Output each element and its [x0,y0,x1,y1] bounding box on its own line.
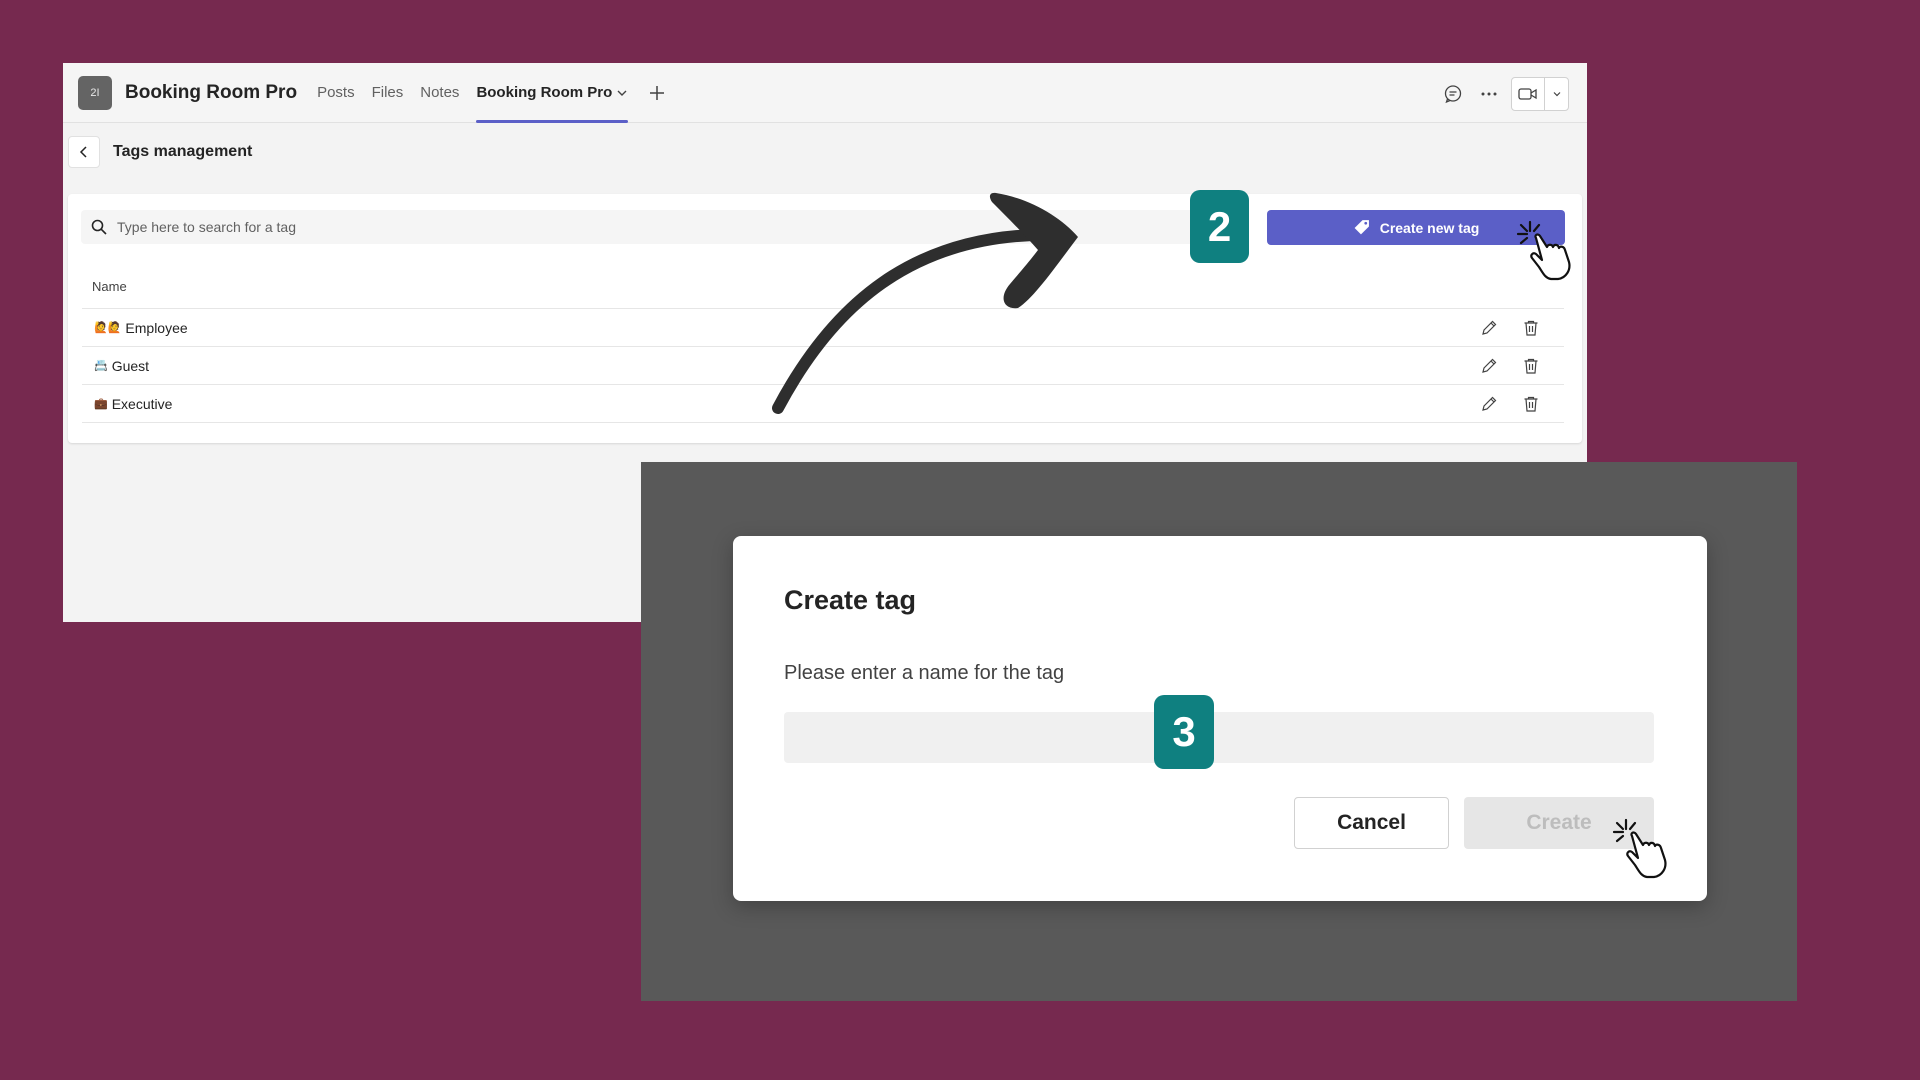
dialog-title: Create tag [784,585,917,615]
tag-name-input[interactable] [784,712,1654,763]
edit-button[interactable] [1478,393,1500,415]
row-actions [1478,393,1542,415]
chevron-left-icon [79,146,87,158]
create-tag-dialog: Create tag Please enter a name for the t… [733,536,1707,901]
tab-booking-room-pro-label: Booking Room Pro [476,84,613,101]
video-call-button[interactable] [1512,78,1544,110]
plus-icon [650,85,665,100]
app-header: 2I Booking Room Pro Posts Files Notes Bo… [63,63,1587,123]
click-hand-cursor-icon [1612,818,1667,879]
app-avatar: 2I [78,75,112,110]
tab-booking-room-pro[interactable]: Booking Room Pro [476,63,629,123]
chevron-down-icon [1553,92,1560,97]
pencil-icon [1482,320,1497,335]
more-icon [1481,92,1497,96]
pencil-icon [1482,396,1497,411]
click-hand-cursor-icon [1516,220,1571,281]
app-title: Booking Room Pro [125,81,298,103]
video-options-button[interactable] [1544,78,1568,110]
chevron-down-icon [617,90,627,96]
meet-button-group [1511,77,1569,111]
header-actions [1439,77,1569,111]
page-title: Tags management [113,143,253,160]
delete-button[interactable] [1520,317,1542,339]
row-actions [1478,317,1542,339]
tag-name: Employee [125,319,188,336]
tag-icon [1354,220,1369,235]
tab-notes[interactable]: Notes [420,63,459,123]
delete-button[interactable] [1520,393,1542,415]
dialog-overlay: Create tag Please enter a name for the t… [641,462,1797,1001]
step-3-badge: 3 [1154,695,1214,769]
tab-posts[interactable]: Posts [317,63,355,123]
create-new-tag-label: Create new tag [1379,219,1480,236]
dialog-prompt: Please enter a name for the tag [784,662,1065,684]
chat-icon [1444,85,1462,104]
search-icon [91,219,107,235]
trash-icon [1524,396,1538,412]
edit-button[interactable] [1478,355,1500,377]
more-options-button[interactable] [1475,78,1503,110]
trash-icon [1524,320,1538,336]
pencil-icon [1482,358,1497,373]
step-2-badge: 2 [1190,190,1249,263]
back-button[interactable] [68,136,100,168]
delete-button[interactable] [1520,355,1542,377]
tag-name: Guest [111,357,150,374]
tag-emoji: 🙋🙋 [94,322,122,334]
page-subheader: Tags management [63,123,1587,181]
cancel-button[interactable]: Cancel [1294,797,1449,849]
chat-button[interactable] [1439,78,1467,110]
tab-files[interactable]: Files [372,63,404,123]
curved-arrow-icon [772,192,1078,414]
video-icon [1518,88,1537,100]
add-tab-button[interactable] [644,80,670,106]
row-actions [1478,355,1542,377]
edit-button[interactable] [1478,317,1500,339]
tag-emoji: 💼 [94,398,108,410]
tag-emoji: 📇 [94,360,108,372]
trash-icon [1524,358,1538,374]
tag-name: Executive [111,395,173,412]
